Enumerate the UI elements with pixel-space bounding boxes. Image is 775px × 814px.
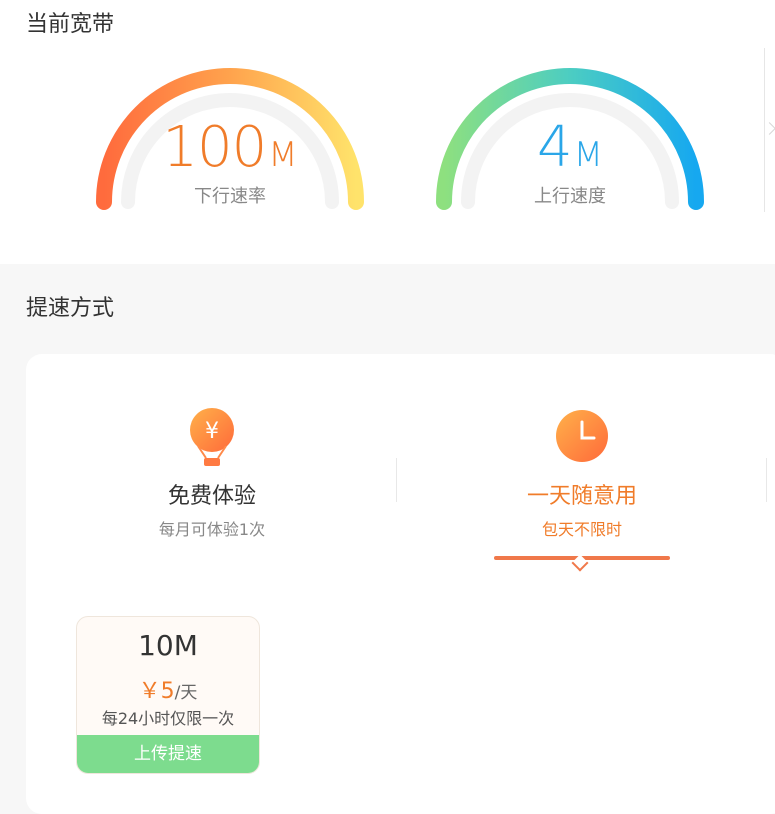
plan-price: ￥5/天 (77, 673, 259, 705)
download-speed-label: 下行速率 (194, 186, 266, 207)
clock-icon (556, 410, 608, 462)
current-bandwidth-title: 当前宽带 (26, 12, 115, 37)
upload-speed-value: 4M (430, 120, 710, 176)
download-speed-unit: M (268, 135, 298, 175)
speedup-card: ¥ 免费体验 每月可体验1次 一天随意用 包天不限时 10M ￥5/天 每24小… (26, 354, 775, 814)
upload-gauge: 4M 上行速度 (430, 50, 710, 220)
option-free-trial[interactable]: ¥ 免费体验 每月可体验1次 (62, 406, 362, 540)
upload-speed-number: 4 (537, 115, 573, 180)
download-speed-value: 100M (90, 120, 370, 176)
option-day-pass-name: 一天随意用 (526, 484, 637, 509)
plan-limit: 每24小时仅限一次 (101, 709, 235, 728)
upload-speedup-button[interactable]: 上传提速 (77, 735, 259, 773)
plan-speed: 10M (138, 629, 198, 662)
plan-price-amount: ￥5 (138, 679, 175, 704)
option-divider (396, 458, 397, 502)
upload-speed-unit: M (573, 135, 603, 175)
svg-text:¥: ¥ (205, 419, 219, 444)
hot-air-balloon-yuan-icon: ¥ (190, 408, 234, 466)
download-speed-number: 100 (162, 115, 267, 180)
option-day-pass-desc: 包天不限时 (541, 520, 622, 540)
option-free-trial-desc: 每月可体验1次 (158, 520, 266, 540)
option-day-pass[interactable]: 一天随意用 包天不限时 (432, 406, 732, 540)
download-gauge: 100M 下行速率 (90, 50, 370, 220)
upload-speed-label: 上行速度 (534, 186, 606, 207)
plan-price-unit: /天 (174, 683, 198, 703)
option-divider-right (766, 458, 767, 502)
option-free-trial-name: 免费体验 (167, 484, 256, 509)
plan-card-10m[interactable]: 10M ￥5/天 每24小时仅限一次 上传提速 (76, 616, 260, 774)
current-bandwidth-section: 当前宽带 100M 下行速率 4M 上行速度 (0, 0, 775, 264)
speedup-title: 提速方式 (26, 296, 115, 321)
